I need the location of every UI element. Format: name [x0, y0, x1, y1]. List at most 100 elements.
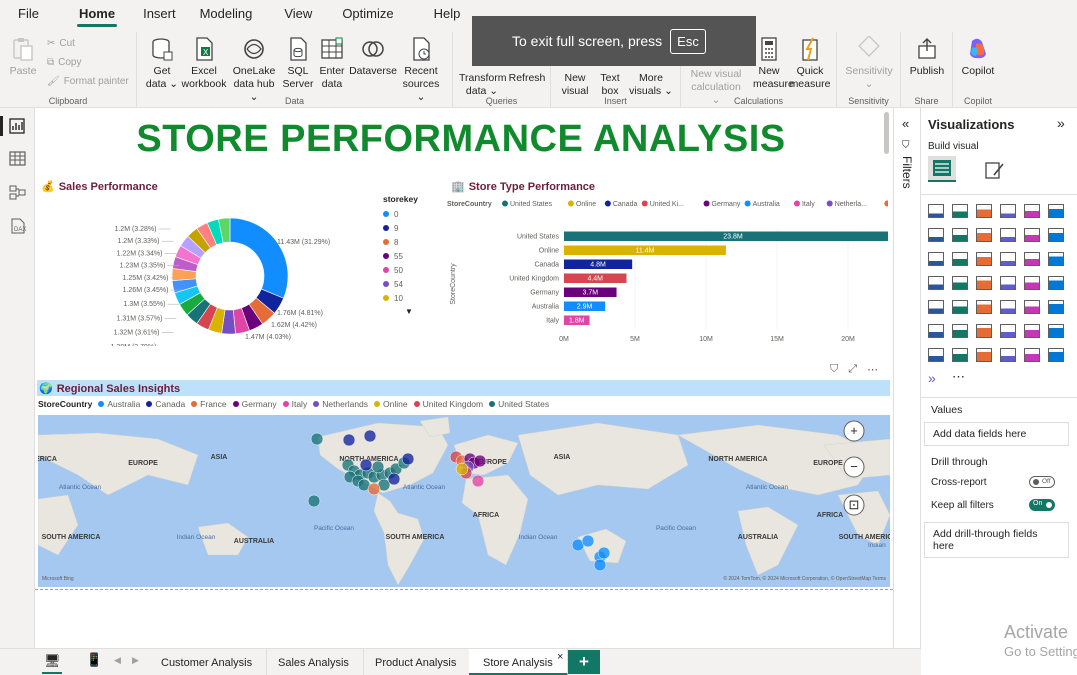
narrative-visual-icon[interactable] [1048, 324, 1064, 338]
map-store-bubble[interactable] [471, 474, 485, 488]
format-painter-button[interactable]: 🖌 Format painter [47, 76, 129, 87]
python-visual-visual-icon[interactable] [952, 324, 968, 338]
table-view-icon[interactable] [9, 151, 27, 167]
donut-legend-item[interactable]: 0 [383, 207, 443, 221]
publish-button[interactable]: Publish [907, 36, 947, 78]
refresh-button[interactable]: Refresh [507, 72, 547, 85]
zoom-in-icon[interactable]: + [843, 420, 865, 442]
donut-slice[interactable] [229, 217, 289, 299]
sensitivity-button[interactable]: Sensitivity ⌄ [843, 36, 895, 91]
next-page-icon[interactable]: ▶ [132, 655, 139, 666]
enter-data-button[interactable]: Enter data [317, 36, 347, 91]
filter-icon[interactable]: ⛉ [830, 363, 838, 376]
desktop-layout-icon[interactable]: 🖥 [44, 653, 61, 669]
gauge-visual-icon[interactable] [1048, 276, 1064, 290]
bar-legend-label[interactable]: Australia [753, 201, 780, 208]
area-visual-icon[interactable] [952, 228, 968, 242]
bar-legend-label[interactable]: Germany [712, 201, 741, 208]
menu-help[interactable]: Help [424, 0, 471, 28]
slicer-new-visual-icon[interactable] [1000, 348, 1016, 362]
card-visual-icon[interactable] [928, 300, 944, 314]
bar-legend-label[interactable]: Netherla... [835, 201, 867, 208]
funnel-visual-icon[interactable] [952, 252, 968, 266]
store-type-bar-chart[interactable]: StoreCountry United States Online Canada Uni… [443, 196, 888, 346]
expand-right-icon[interactable]: » [1057, 115, 1065, 131]
100pct-column-visual-icon[interactable] [1048, 204, 1064, 218]
key-influencers-visual-icon[interactable] [976, 324, 992, 338]
bar-legend-label[interactable]: Online [576, 201, 596, 208]
map-legend-item[interactable]: Canada [146, 399, 185, 409]
bar-legend-label[interactable]: Italy [802, 201, 815, 208]
stacked-column-visual-icon[interactable] [952, 204, 968, 218]
tab-customer-analysis[interactable]: Customer Analysis [147, 649, 268, 675]
map-store-bubble[interactable] [371, 460, 385, 474]
stacked-bar-visual-icon[interactable] [928, 204, 944, 218]
collapse-left-icon[interactable]: « [902, 116, 909, 131]
qa-visual-icon[interactable] [1024, 324, 1040, 338]
quick-measure-button[interactable]: Quick measure [789, 36, 831, 91]
donut-visual-icon[interactable] [1024, 252, 1040, 266]
filters-pane-collapsed[interactable]: « ⛉ Filters [893, 108, 921, 648]
map-legend-item[interactable]: Italy [282, 399, 307, 409]
map-legend-item[interactable]: Australia [98, 399, 140, 409]
multirow-card-visual-icon[interactable] [952, 300, 968, 314]
sql-server-button[interactable]: SQL Server [282, 36, 314, 91]
map-store-bubble[interactable] [367, 482, 381, 496]
stacked-area-visual-icon[interactable] [976, 228, 992, 242]
waterfall-visual-icon[interactable] [928, 252, 944, 266]
azure-map-visual-icon[interactable] [1000, 276, 1016, 290]
clustered-bar-visual-icon[interactable] [976, 204, 992, 218]
slicer-visual-icon[interactable] [1000, 300, 1016, 314]
close-tab-icon[interactable]: × [557, 651, 563, 663]
regional-map[interactable]: ERICA EUROPE ASIA NORTH AMERICA Atlantic Oce… [38, 415, 890, 587]
bar-legend-label[interactable]: United States [510, 201, 553, 208]
kpi-visual-icon[interactable] [976, 300, 992, 314]
donut-legend-item[interactable]: 10 [383, 291, 443, 305]
map-store-bubble[interactable] [455, 462, 469, 476]
map-store-bubble[interactable] [401, 452, 415, 466]
copy-button[interactable]: ⧉ Copy [47, 57, 82, 68]
menu-file[interactable]: File [8, 0, 49, 28]
paste-button[interactable]: Paste [8, 36, 38, 78]
donut-legend-item[interactable]: 54 [383, 277, 443, 291]
dataverse-button[interactable]: Dataverse [349, 36, 397, 78]
cut-button[interactable]: ✂ Cut [47, 38, 75, 49]
model-view-icon[interactable] [9, 184, 27, 200]
bar-legend-label[interactable]: United Ki... [650, 201, 684, 208]
add-data-fields-well[interactable]: Add data fields here [924, 422, 1069, 446]
line-visual-icon[interactable] [928, 228, 944, 242]
map-legend-item[interactable]: Netherlands [313, 399, 368, 409]
sales-donut-chart[interactable]: 1.2M (3.28%) 1.2M (3.33%) 1.22M (3.34%) 1.2… [35, 196, 435, 346]
canvas-scrollbar[interactable] [884, 112, 889, 154]
paginated-visual-icon[interactable] [928, 348, 944, 362]
menu-insert[interactable]: Insert [133, 0, 186, 28]
map-visual-icon[interactable] [928, 276, 944, 290]
more-options-icon[interactable]: ⋯ [867, 363, 878, 376]
map-store-bubble[interactable] [593, 558, 607, 572]
map-store-bubble[interactable] [342, 433, 356, 447]
tab-store-analysis[interactable]: Store Analysis [469, 649, 568, 675]
excel-button[interactable]: X Excel workbook [181, 36, 227, 91]
r-visual-visual-icon[interactable] [928, 324, 944, 338]
arcgis-visual-icon[interactable] [1024, 276, 1040, 290]
map-style-icon[interactable]: ⊡ [843, 494, 865, 516]
report-view-icon[interactable] [9, 118, 27, 134]
button-slicer-visual-icon[interactable] [1024, 348, 1040, 362]
more-visuals-visual-icon[interactable]: » [928, 371, 944, 386]
transform-data-button[interactable]: Transform data ⌄ [459, 72, 506, 98]
power-apps-visual-icon[interactable] [1048, 348, 1064, 362]
text-box-button[interactable]: Text box [597, 72, 623, 98]
map-store-bubble[interactable] [597, 546, 611, 560]
add-page-button[interactable]: + [568, 650, 600, 674]
menu-modeling[interactable]: Modeling [190, 0, 263, 28]
treemap-visual-icon[interactable] [1048, 252, 1064, 266]
map-legend-item[interactable]: Online [374, 399, 408, 409]
map-legend-item[interactable]: United States [489, 399, 549, 409]
ribbon-visual-icon[interactable] [1048, 228, 1064, 242]
new-visual-button[interactable]: New visual [557, 72, 593, 98]
card-new-visual-icon[interactable] [976, 348, 992, 362]
get-more-visual-icon[interactable]: ⋯ [952, 370, 968, 386]
tab-product-analysis[interactable]: Product Analysis [361, 649, 472, 675]
format-visual-tab[interactable] [984, 160, 1006, 183]
tab-sales-analysis[interactable]: Sales Analysis [264, 649, 364, 675]
